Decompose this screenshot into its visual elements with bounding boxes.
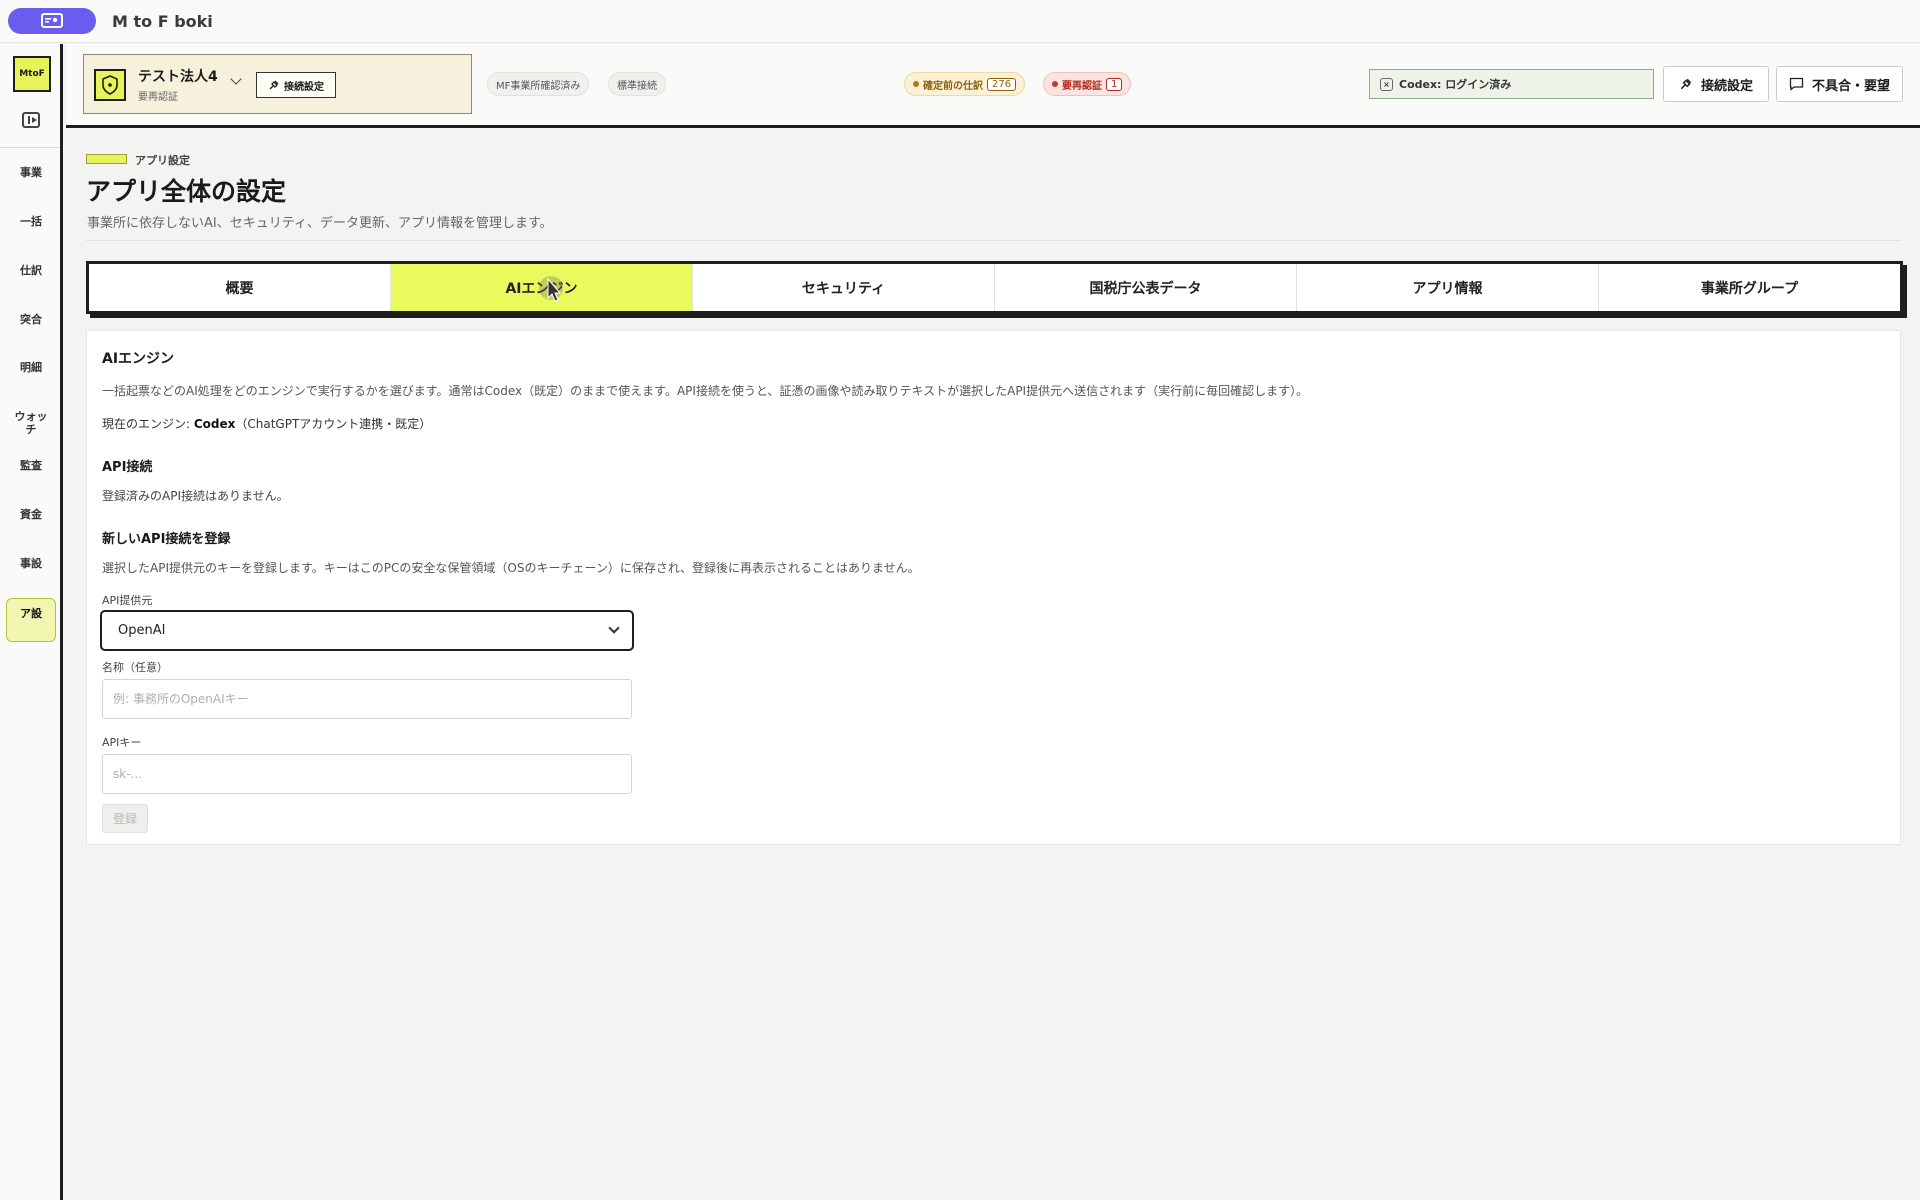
app-logo[interactable]: MtoF	[13, 56, 51, 92]
pending-count: 276	[987, 77, 1017, 91]
window-title: M to F boki	[112, 11, 213, 31]
sidebar-item-shiwake[interactable]: 仕訳	[6, 264, 56, 277]
tab-security[interactable]: セキュリティ	[693, 264, 995, 311]
title-bar: M to F boki	[0, 0, 1920, 43]
provider-select[interactable]: OpenAI	[100, 610, 634, 651]
chevron-down-icon	[608, 622, 620, 634]
ai-engine-heading: AIエンジン	[102, 351, 175, 367]
chevron-down-icon[interactable]	[230, 73, 242, 85]
provider-label: API提供元	[102, 594, 153, 607]
reauth-count: 1	[1106, 77, 1123, 91]
codex-icon: ×	[1380, 77, 1393, 91]
alert-dot-icon	[1052, 81, 1058, 87]
current-engine-name: Codex	[193, 417, 236, 431]
page-title: アプリ全体の設定	[86, 177, 287, 206]
connection-settings-button[interactable]: 接続設定	[1663, 66, 1769, 102]
codex-status: × Codex: ログイン済み	[1369, 69, 1654, 99]
new-api-description: 選択したAPI提供元のキーを登録します。キーはこのPCの安全な保管領域（OSのキ…	[102, 561, 920, 575]
sidebar-collapse-icon[interactable]	[22, 112, 40, 128]
sidebar-item-jisetsu[interactable]: 事設	[6, 557, 56, 570]
sidebar-item-app-settings[interactable]: ア設	[6, 598, 56, 642]
standard-connection-chip: 標準接続	[608, 72, 666, 96]
ai-engine-description: 一括起票などのAI処理をどのエンジンで実行するかを選びます。通常はCodex（既…	[102, 384, 1309, 398]
codex-status-label: Codex: ログイン済み	[1399, 78, 1512, 91]
breadcrumb: アプリ設定	[135, 154, 190, 167]
plug-icon	[1680, 78, 1692, 90]
pending-journal-badge[interactable]: 確定前の仕訳 276	[904, 72, 1026, 96]
app-icon-button[interactable]	[8, 8, 96, 34]
page-description: 事業所に依存しないAI、セキュリティ、データ更新、アプリ情報を管理します。	[87, 216, 553, 231]
office-status: 要再認証	[138, 92, 178, 103]
sidebar-item-ikkatsu[interactable]: 一括	[6, 215, 56, 228]
tab-app-info[interactable]: アプリ情報	[1297, 264, 1599, 311]
connection-name-input[interactable]	[102, 679, 632, 719]
sidebar-item-watch[interactable]: ウォッチ	[13, 410, 49, 436]
register-button[interactable]: 登録	[102, 804, 148, 833]
feedback-button[interactable]: 不具合・要望	[1776, 66, 1903, 102]
current-engine-detail: （ChatGPTアカウント連携・既定）	[235, 417, 432, 431]
mouse-cursor-icon	[539, 276, 563, 302]
tab-office-groups[interactable]: 事業所グループ	[1599, 264, 1900, 311]
connection-settings-label: 接続設定	[1700, 78, 1753, 94]
office-connect-button[interactable]: 接続設定	[256, 72, 336, 98]
current-engine: 現在のエンジン: Codex（ChatGPTアカウント連携・既定）	[102, 415, 431, 432]
reauth-label: 要再認証	[1062, 80, 1102, 92]
sidebar-item-totsugo[interactable]: 突合	[6, 313, 56, 326]
ai-engine-panel: AIエンジン 一括起票などのAI処理をどのエンジンで実行するかを選びます。通常は…	[86, 330, 1901, 845]
settings-tabs: 概要 AIエンジン セキュリティ 国税庁公表データ アプリ情報 事業所グループ	[86, 261, 1903, 314]
current-engine-prefix: 現在のエンジン:	[102, 417, 194, 431]
office-connect-label: 接続設定	[284, 81, 324, 93]
office-card[interactable]: テスト法人4 要再認証 接続設定	[83, 54, 472, 114]
name-label: 名称（任意）	[102, 661, 168, 674]
chat-bubble-icon	[1789, 77, 1804, 91]
sidebar-item-kansa[interactable]: 監査	[6, 459, 56, 472]
api-key-label: APIキー	[102, 736, 142, 749]
api-key-input[interactable]	[102, 754, 632, 794]
office-name: テスト法人4	[138, 69, 218, 85]
monitor-user-icon	[41, 13, 63, 28]
pending-label: 確定前の仕訳	[923, 80, 983, 92]
sidebar: MtoF 事業 一括 仕訳 突合 明細 ウォッチ 監査 資金 事設 ア設	[0, 44, 63, 1200]
tab-nta-data[interactable]: 国税庁公表データ	[995, 264, 1297, 311]
mf-verified-chip: MF事業所確認済み	[487, 72, 590, 96]
divider	[86, 240, 1901, 241]
top-bar: テスト法人4 要再認証 接続設定 MF事業所確認済み 標準接続 確定前の仕訳 2…	[66, 44, 1920, 128]
sidebar-item-jigyo[interactable]: 事業	[6, 166, 56, 179]
api-connections-heading: API接続	[102, 460, 153, 475]
shield-icon	[94, 69, 126, 101]
sidebar-divider	[0, 147, 60, 148]
breadcrumb-marker	[86, 154, 127, 164]
feedback-label: 不具合・要望	[1811, 78, 1890, 94]
pending-dot-icon	[913, 81, 919, 87]
sidebar-item-shikin[interactable]: 資金	[6, 508, 56, 521]
new-api-heading: 新しいAPI接続を登録	[102, 532, 231, 547]
api-connections-empty: 登録済みのAPI接続はありません。	[102, 489, 289, 503]
sidebar-item-meisai[interactable]: 明細	[6, 361, 56, 374]
provider-value: OpenAI	[118, 623, 166, 638]
reauth-badge[interactable]: 要再認証 1	[1043, 72, 1132, 96]
plug-icon	[269, 80, 279, 90]
tab-overview[interactable]: 概要	[89, 264, 391, 311]
